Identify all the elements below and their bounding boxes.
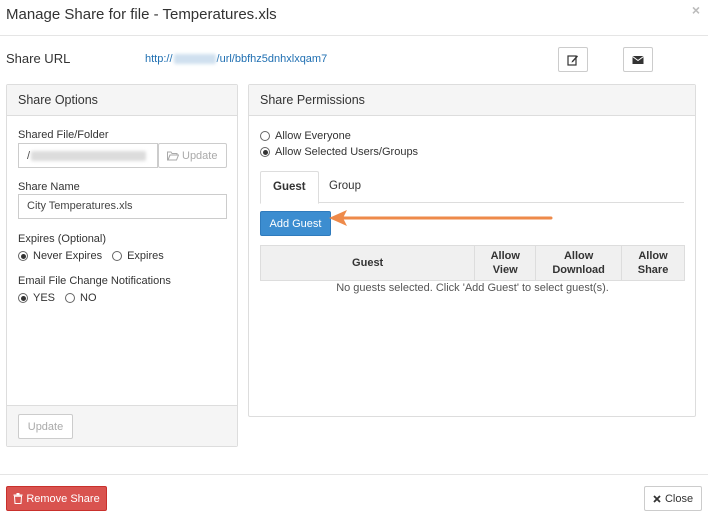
redacted-path [31, 150, 147, 161]
col-allow-share: Allow Share [621, 245, 685, 281]
notify-no-label: NO [80, 292, 97, 304]
radio-notify-no[interactable] [65, 293, 76, 303]
share-url-suffix: /url/bbfhz5dnhxlxqam7 [216, 53, 328, 65]
pointer-arrow [329, 210, 553, 226]
update-path-button[interactable]: Update [158, 143, 227, 168]
email-url-button[interactable] [623, 47, 653, 72]
update-share-button[interactable]: Update [18, 414, 73, 439]
col-guest: Guest [259, 245, 476, 281]
share-name-label: Share Name [18, 181, 80, 193]
close-button[interactable]: Close [644, 486, 702, 511]
permission-tabs: Guest Group [260, 171, 684, 204]
expires-option-label: Expires [127, 250, 164, 262]
share-permissions-heading: Share Permissions [249, 85, 695, 116]
share-url-label: Share URL [6, 51, 71, 66]
share-name-input[interactable]: City Temperatures.xls [18, 194, 227, 219]
col-allow-download-line2: Download [552, 264, 605, 276]
notify-yes-label: YES [33, 292, 56, 304]
header-divider [0, 35, 708, 36]
col-allow-view-line2: View [492, 264, 518, 276]
col-allow-view: Allow View [474, 245, 537, 281]
edit-url-button[interactable] [558, 47, 588, 72]
share-options-panel: Share Options Shared File/Folder / Updat… [6, 84, 238, 447]
shared-file-prefix: / [27, 149, 31, 162]
redacted-host [173, 54, 216, 64]
col-allow-download: Allow Download [535, 245, 623, 281]
scope-selected-row[interactable]: Allow Selected Users/Groups [260, 146, 418, 158]
tab-guest[interactable]: Guest [260, 171, 319, 204]
radio-allow-selected[interactable] [260, 147, 270, 157]
radio-notify-yes[interactable] [18, 293, 28, 303]
times-icon [653, 494, 661, 503]
share-options-heading: Share Options [7, 85, 237, 116]
shared-file-field[interactable]: / [18, 143, 158, 168]
notify-radio-group: YES NO [18, 292, 97, 304]
edit-icon [567, 54, 578, 66]
col-allow-view-line1: Allow [490, 250, 520, 262]
add-guest-button[interactable]: Add Guest [260, 211, 331, 236]
update-path-label: Update [182, 149, 218, 162]
never-expires-label: Never Expires [33, 250, 103, 262]
col-allow-share-line1: Allow [638, 250, 668, 262]
empty-guests-message: No guests selected. Click 'Add Guest' to… [336, 282, 609, 294]
share-permissions-panel: Share Permissions Allow Everyone Allow S… [248, 84, 696, 417]
scope-everyone-row[interactable]: Allow Everyone [260, 130, 351, 142]
close-label: Close [664, 492, 694, 505]
envelope-icon [632, 55, 644, 64]
dialog-title: Manage Share for file - Temperatures.xls [6, 6, 277, 23]
remove-share-button[interactable]: Remove Share [6, 486, 107, 511]
col-allow-download-line1: Allow [563, 250, 594, 262]
allow-everyone-label: Allow Everyone [275, 130, 351, 142]
share-url-prefix: http:// [145, 53, 173, 65]
trash-icon [13, 493, 23, 504]
expires-label: Expires (Optional) [18, 233, 107, 245]
folder-open-icon [167, 151, 179, 160]
share-options-footer: Update [7, 405, 237, 446]
tab-group[interactable]: Group [317, 171, 373, 204]
col-allow-share-line2: Share [637, 264, 669, 276]
shared-file-label: Shared File/Folder [18, 129, 109, 141]
radio-allow-everyone[interactable] [260, 131, 270, 141]
share-url-link[interactable]: http:// /url/bbfhz5dnhxlxqam7 [145, 53, 327, 65]
guest-table: Guest Allow View Allow Download Allow Sh… [259, 245, 685, 281]
close-icon[interactable]: × [692, 2, 700, 18]
footer-divider [0, 474, 708, 475]
notify-label: Email File Change Notifications [18, 275, 171, 287]
remove-share-label: Remove Share [26, 492, 100, 505]
radio-expires[interactable] [112, 251, 123, 261]
allow-selected-label: Allow Selected Users/Groups [275, 146, 419, 158]
expires-radio-group: Never Expires Expires [18, 250, 164, 262]
radio-never-expires[interactable] [18, 251, 28, 261]
